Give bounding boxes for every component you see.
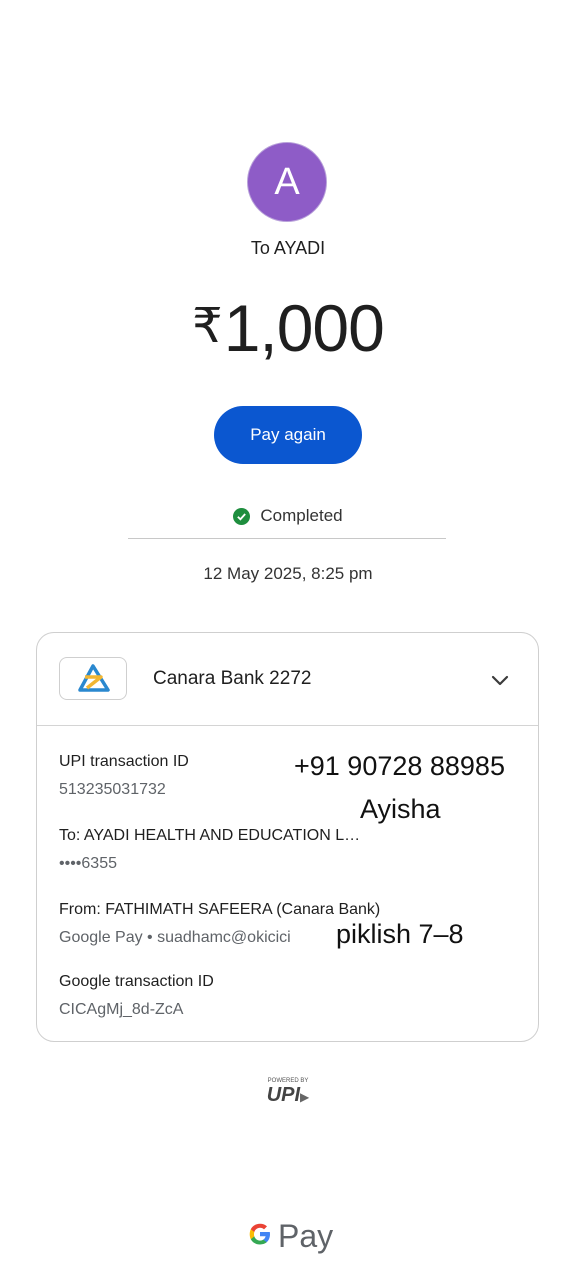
- annotation-note: piklish 7–8: [336, 919, 464, 949]
- check-circle-icon: [233, 507, 251, 525]
- annotation-name: Ayisha: [360, 794, 441, 824]
- canara-bank-logo-icon: [59, 657, 127, 700]
- payment-amount: ₹1,000: [0, 290, 576, 366]
- google-pay-logo: Pay: [246, 1218, 333, 1255]
- divider: [128, 538, 446, 539]
- upi-logo-icon: POWERED BY UPI▶: [266, 1078, 310, 1106]
- amount-value: 1,000: [223, 291, 385, 365]
- annotation-phone: +91 90728 88985: [294, 751, 505, 781]
- payer-label: From: FATHIMATH SAFEERA (Canara Bank): [59, 901, 381, 918]
- card-divider: [37, 725, 538, 726]
- google-transaction-id-value: CICAgMj_8d-ZcA: [59, 1001, 184, 1018]
- bank-account-name: Canara Bank 2272: [153, 668, 312, 689]
- payer-detail: Google Pay • suadhamc@okicici: [59, 929, 291, 946]
- payee-account: ••••6355: [59, 855, 117, 872]
- upi-transaction-id-label: UPI transaction ID: [59, 753, 189, 770]
- currency-symbol: ₹: [192, 300, 223, 353]
- payment-status: Completed: [0, 506, 576, 526]
- gpay-text: Pay: [278, 1218, 334, 1254]
- payee-label: To: AYADI HEALTH AND EDUCATION L…: [59, 827, 361, 844]
- chevron-down-icon[interactable]: [489, 669, 511, 691]
- pay-again-button[interactable]: Pay again: [214, 406, 362, 464]
- avatar-letter: A: [274, 160, 300, 203]
- google-g-icon: [246, 1220, 274, 1253]
- recipient-name: To AYADI: [250, 238, 326, 258]
- google-transaction-id-label: Google transaction ID: [59, 973, 214, 990]
- transaction-details-card: Canara Bank 2272 UPI transaction ID 5132…: [36, 632, 539, 1042]
- recipient-avatar: A: [247, 142, 327, 222]
- transaction-datetime: 12 May 2025, 8:25 pm: [203, 564, 373, 583]
- upi-transaction-id-value: 513235031732: [59, 781, 166, 798]
- status-label: Completed: [260, 506, 343, 525]
